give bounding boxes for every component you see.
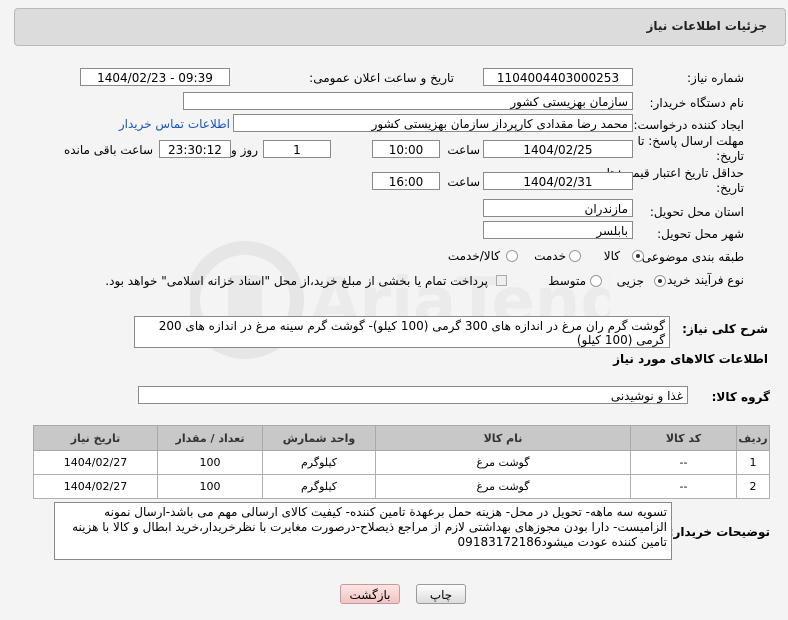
validity-time-field[interactable]: 16:00 [372, 172, 440, 190]
cell-row-number: 2 [736, 474, 770, 499]
col-header-row-number: ردیف [736, 425, 770, 451]
days-label: روز و [231, 143, 258, 157]
process-option-minor: جزیی [616, 274, 644, 288]
buyer-org-field[interactable]: سازمان بهزیستی کشور [183, 92, 633, 110]
category-radio-goods-service[interactable] [506, 250, 518, 262]
items-table: ردیف کد کالا نام کالا واحد شمارش تعداد /… [33, 425, 770, 499]
payment-checkbox[interactable] [496, 275, 507, 286]
cell-code: -- [630, 450, 737, 475]
remaining-label: ساعت باقی مانده [63, 143, 153, 157]
process-radio-medium[interactable] [590, 275, 602, 287]
process-option-medium: متوسط [548, 274, 586, 288]
cell-date: 1404/02/27 [33, 474, 158, 499]
category-radio-service[interactable] [569, 250, 581, 262]
col-header-code: کد کالا [630, 425, 737, 451]
province-label: استان محل تحویل: [649, 205, 744, 219]
payment-note: پرداخت تمام یا بخشی از مبلغ خرید،از محل … [105, 274, 488, 288]
category-option-goods-service: کالا/خدمت [447, 249, 500, 263]
need-number-field[interactable]: 1104004403000253 [483, 68, 633, 86]
buyer-org-label: نام دستگاه خریدار: [649, 96, 745, 110]
cell-quantity: 100 [157, 474, 263, 499]
panel-title: جزئیات اطلاعات نیاز [646, 19, 767, 33]
deadline-time-label: ساعت [447, 143, 480, 157]
requester-label: ایجاد کننده درخواست: [633, 118, 744, 132]
announce-field[interactable]: 1404/02/23 - 09:39 [80, 68, 230, 86]
category-option-goods: کالا [603, 249, 620, 263]
goods-section-title: اطلاعات کالاهای مورد نیاز [613, 352, 768, 366]
description-textarea[interactable]: گوشت گرم ران مرغ در اندازه های 300 گرمی … [134, 316, 670, 348]
deadline-label: مهلت ارسال پاسخ: تا تاریخ: [637, 134, 744, 163]
cell-date: 1404/02/27 [33, 450, 158, 475]
cell-name: گوشت مرغ [375, 474, 631, 499]
goods-group-field[interactable]: غذا و نوشیدنی [138, 386, 688, 404]
validity-time-label: ساعت [447, 175, 480, 189]
cell-quantity: 100 [157, 450, 263, 475]
deadline-time-field[interactable]: 10:00 [372, 140, 440, 158]
province-field[interactable]: مازندران [483, 199, 633, 217]
goods-group-label: گروه کالا: [711, 390, 770, 404]
announce-label: تاریخ و ساعت اعلان عمومی: [309, 71, 454, 85]
table-row: 1 -- گوشت مرغ کیلوگرم 100 1404/02/27 [33, 450, 770, 475]
description-label: شرح کلی نیاز: [682, 322, 768, 336]
cell-code: -- [630, 474, 737, 499]
buyer-notes-textarea[interactable]: تسویه سه ماهه- تحویل در محل- هزینه حمل ب… [54, 502, 672, 560]
back-button[interactable]: بازگشت [340, 584, 400, 604]
process-radio-minor[interactable] [654, 275, 666, 287]
category-radio-goods[interactable] [632, 250, 644, 262]
need-number-label: شماره نیاز: [687, 71, 744, 85]
cell-unit: کیلوگرم [262, 450, 376, 475]
cell-unit: کیلوگرم [262, 474, 376, 499]
contact-buyer-link[interactable]: اطلاعات تماس خریدار [119, 117, 230, 131]
cell-row-number: 1 [736, 450, 770, 475]
print-button[interactable]: چاپ [416, 584, 466, 604]
col-header-date: تاریخ نیاز [33, 425, 158, 451]
deadline-date-field[interactable]: 1404/02/25 [483, 140, 633, 158]
category-label: طبقه بندی موضوعی: [637, 250, 744, 264]
header-panel: جزئیات اطلاعات نیاز [14, 8, 786, 46]
city-field[interactable]: بابلسر [483, 221, 633, 239]
category-option-service: خدمت [534, 249, 566, 263]
col-header-unit: واحد شمارش [262, 425, 376, 451]
process-label: نوع فرآیند خرید : [659, 273, 744, 287]
city-label: شهر محل تحویل: [657, 227, 744, 241]
col-header-name: نام کالا [375, 425, 631, 451]
table-header-row: ردیف کد کالا نام کالا واحد شمارش تعداد /… [33, 425, 770, 451]
requester-field[interactable]: محمد رضا مقدادی کارپرداز سازمان بهزیستی … [233, 114, 633, 132]
table-row: 2 -- گوشت مرغ کیلوگرم 100 1404/02/27 [33, 474, 770, 499]
col-header-quantity: تعداد / مقدار [157, 425, 263, 451]
remaining-time-field[interactable]: 23:30:12 [159, 140, 231, 158]
buyer-notes-label: توضیحات خریدار: [668, 525, 770, 539]
validity-date-field[interactable]: 1404/02/31 [483, 172, 633, 190]
cell-name: گوشت مرغ [375, 450, 631, 475]
days-field[interactable]: 1 [263, 140, 331, 158]
